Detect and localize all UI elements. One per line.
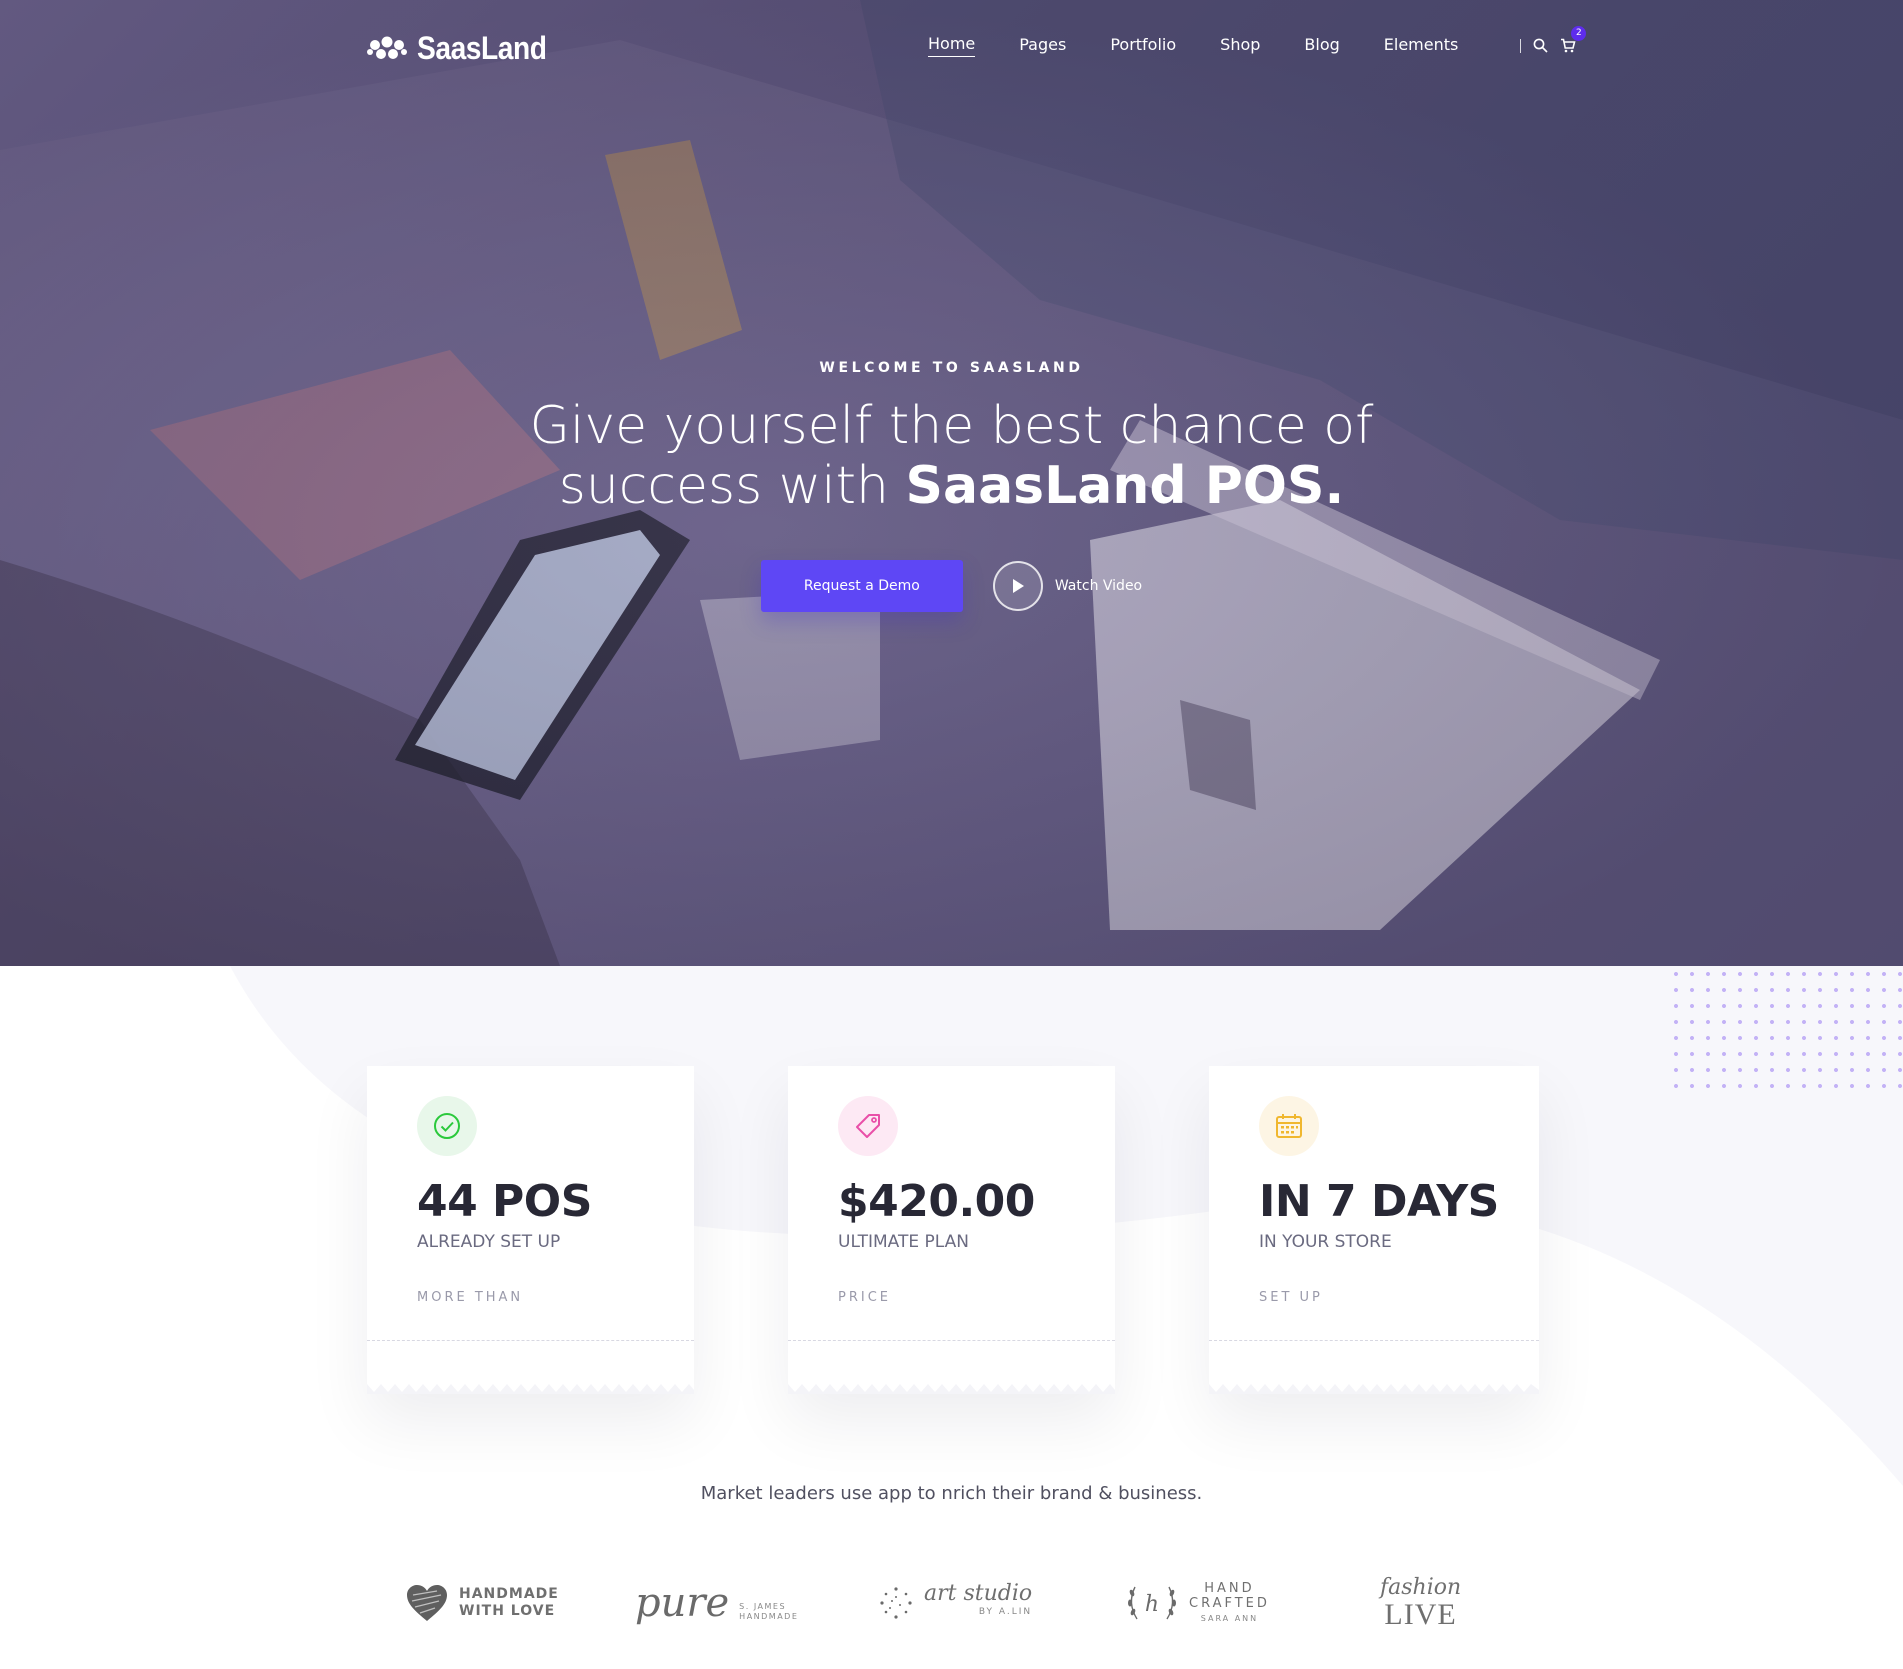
hero-content: WELCOME TO SAASLAND Give yourself the be…	[0, 360, 1903, 612]
partner-logo-handmade: HANDMADE WITH LOVE	[405, 1568, 559, 1638]
partner-logos: HANDMADE WITH LOVE pure S. JAMES HANDMAD…	[400, 1568, 1500, 1638]
card-divider	[367, 1340, 694, 1341]
calendar-icon	[1259, 1096, 1319, 1156]
nav-pages[interactable]: Pages	[1019, 35, 1066, 57]
menu-divider	[1520, 38, 1522, 53]
stat-label: MORE THAN	[417, 1290, 524, 1305]
partner-line-2: BY A.LIN	[978, 1607, 1033, 1617]
partner-line-2: CRAFTED	[1189, 1595, 1270, 1611]
sparkle-dots-icon	[880, 1587, 912, 1619]
stat-value: 44 POS	[417, 1176, 592, 1227]
brand-logo[interactable]: SaasLand	[367, 30, 564, 67]
main-navbar: SaasLand Home Pages Portfolio Shop Blog …	[0, 0, 1903, 95]
hero-headline: Give yourself the best chance of success…	[0, 396, 1903, 516]
headline-line-2-regular: success with	[558, 456, 906, 516]
partner-line-3: SARA ANN	[1200, 1613, 1259, 1623]
headline-line-2-bold: SaasLand POS.	[905, 456, 1345, 516]
stat-value: $420.00	[838, 1176, 1035, 1227]
stat-label: PRICE	[838, 1290, 891, 1305]
stats-cards: 44 POS ALREADY SET UP MORE THAN $420.00 …	[367, 1066, 1539, 1394]
tag-icon	[838, 1096, 898, 1156]
saasland-logo-icon	[367, 36, 407, 59]
partner-line-1: fashion	[1380, 1575, 1462, 1600]
stat-card: $420.00 ULTIMATE PLAN PRICE	[788, 1066, 1115, 1394]
stat-card: IN 7 DAYS IN YOUR STORE SET UP	[1209, 1066, 1539, 1394]
headline-line-1: Give yourself the best chance of	[529, 396, 1374, 456]
nav-home[interactable]: Home	[928, 34, 976, 57]
cart-icon[interactable]: 2	[1560, 26, 1587, 53]
nav-portfolio[interactable]: Portfolio	[1110, 35, 1176, 57]
stat-subtitle: ALREADY SET UP	[417, 1232, 561, 1252]
partner-logo-art-studio: art studio BY A.LIN	[878, 1568, 1032, 1638]
nav-blog[interactable]: Blog	[1304, 35, 1339, 57]
partner-line-1: HANDMADE	[459, 1586, 559, 1602]
hero-section: SaasLand Home Pages Portfolio Shop Blog …	[0, 0, 1903, 966]
watch-video-label: Watch Video	[1054, 578, 1143, 594]
partner-logo-hand-crafted: h HAND CRAFTED SARA ANN	[1125, 1568, 1270, 1638]
main-menu: Home Pages Portfolio Shop Blog Elements …	[928, 26, 1588, 57]
card-zigzag-edge	[1209, 1384, 1539, 1394]
partner-line-1: pure	[635, 1580, 730, 1626]
hero-cta-row: Request a Demo Watch Video	[0, 560, 1903, 612]
card-divider	[788, 1340, 1115, 1341]
decorative-dots-pattern	[1668, 966, 1903, 1091]
laurel-h-icon: h	[1128, 1586, 1176, 1620]
partner-line-1: art studio	[924, 1581, 1033, 1606]
watch-video-link[interactable]: Watch Video	[992, 561, 1143, 611]
partner-line-2: S. JAMES HANDMADE	[739, 1602, 799, 1621]
partner-line-2: LIVE	[1384, 1598, 1457, 1631]
stat-value: IN 7 DAYS	[1259, 1176, 1499, 1227]
search-icon[interactable]	[1533, 38, 1548, 53]
request-demo-button[interactable]: Request a Demo	[760, 560, 963, 612]
nav-elements[interactable]: Elements	[1384, 35, 1459, 57]
nav-shop[interactable]: Shop	[1220, 35, 1260, 57]
partner-line-1: HAND	[1204, 1580, 1255, 1596]
stat-subtitle: ULTIMATE PLAN	[838, 1232, 969, 1252]
partner-logo-pure: pure S. JAMES HANDMADE	[635, 1568, 799, 1638]
heart-icon	[407, 1585, 447, 1621]
stat-label: SET UP	[1259, 1290, 1323, 1305]
card-divider	[1209, 1340, 1539, 1341]
check-circle-icon	[417, 1096, 477, 1156]
partner-logo-fashion-live: fashion LIVE	[1380, 1568, 1461, 1638]
partner-line-2: WITH LOVE	[459, 1603, 556, 1619]
cart-count-badge: 2	[1571, 26, 1587, 41]
card-zigzag-edge	[367, 1384, 694, 1394]
market-leaders-text: Market leaders use app to nrich their br…	[700, 1483, 1203, 1504]
brand-name: SaasLand	[417, 30, 547, 66]
card-zigzag-edge	[788, 1384, 1115, 1394]
hero-eyebrow: WELCOME TO SAASLAND	[819, 360, 1084, 376]
svg-text:h: h	[1145, 1592, 1159, 1617]
stat-card: 44 POS ALREADY SET UP MORE THAN	[367, 1066, 694, 1394]
stat-subtitle: IN YOUR STORE	[1259, 1232, 1392, 1252]
play-icon[interactable]	[992, 561, 1043, 611]
